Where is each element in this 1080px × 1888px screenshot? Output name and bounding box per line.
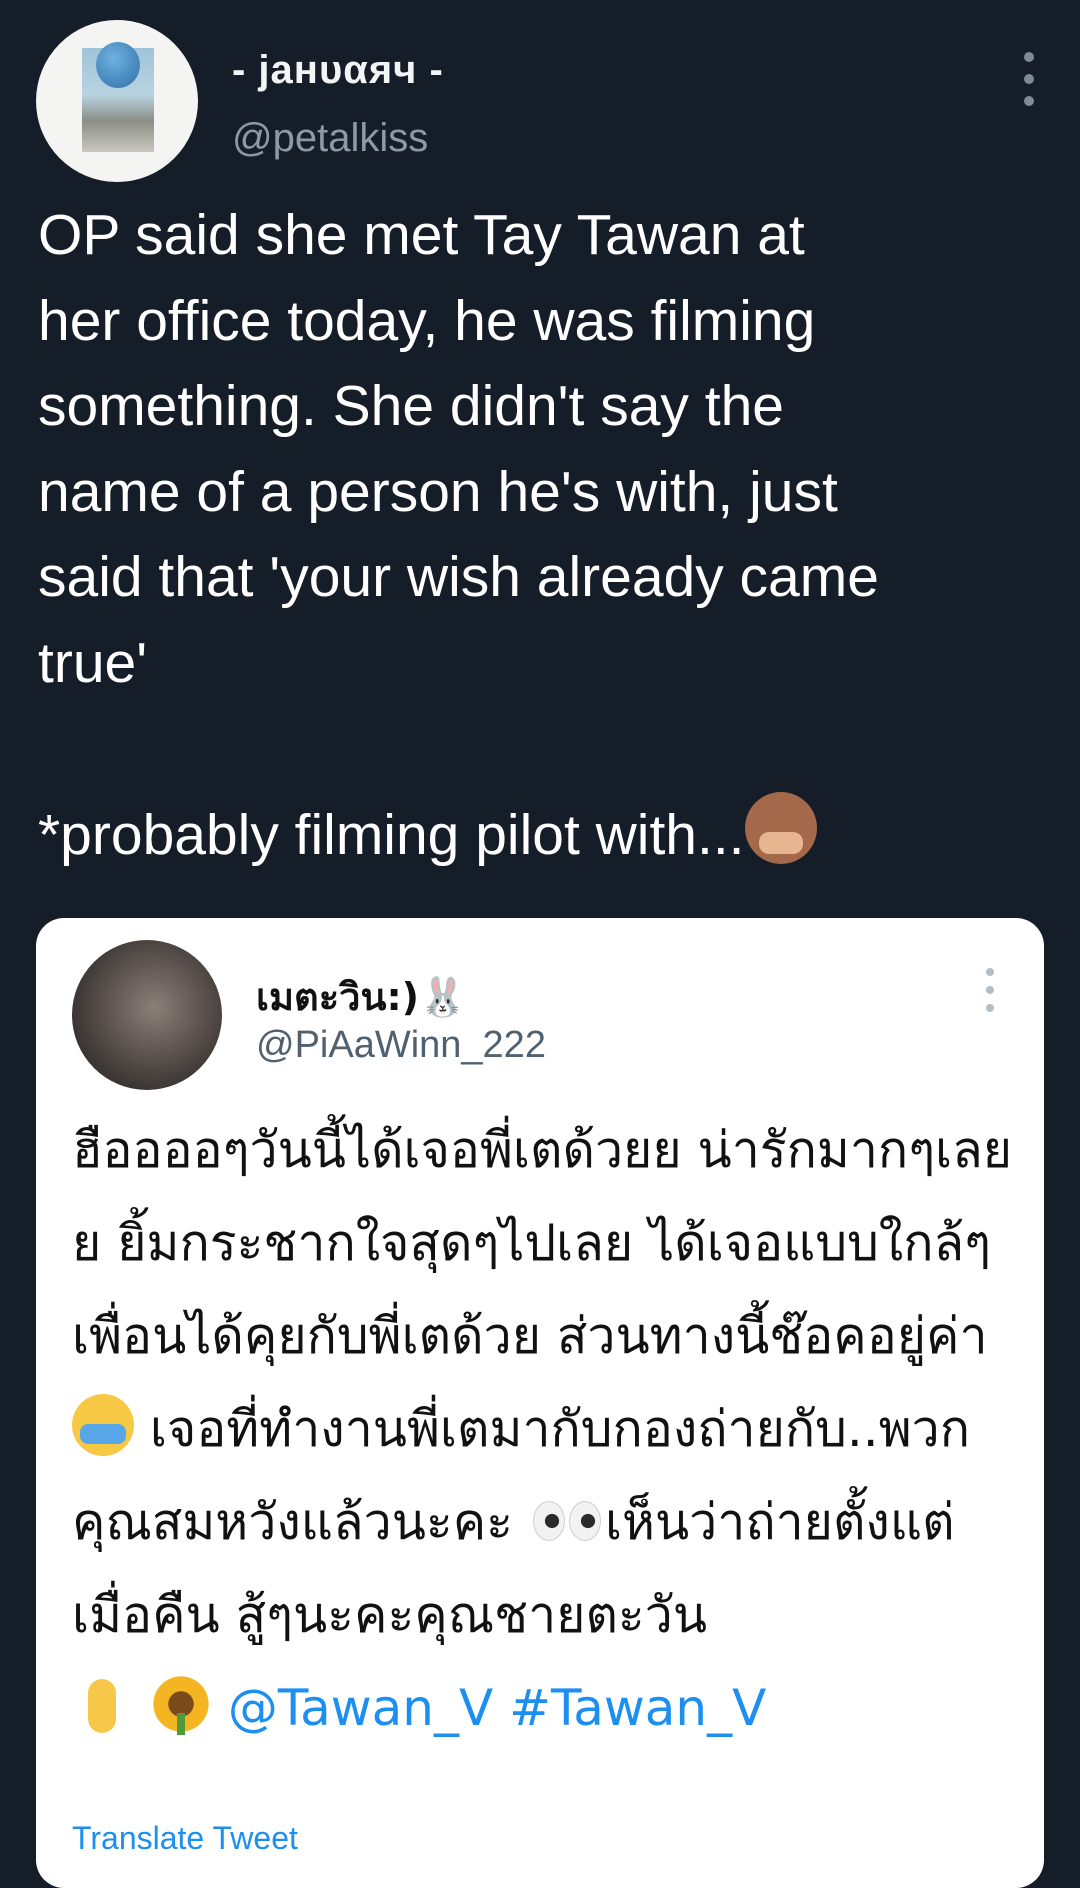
quoted-author-display-name[interactable]: เมตะวิน:)🐰 [256,966,466,1027]
quoted-author-avatar[interactable] [72,940,222,1090]
loudly-crying-face-icon [72,1394,134,1456]
avatar-balloon [96,42,140,88]
more-options-icon[interactable] [1012,52,1046,112]
translate-tweet-link[interactable]: Translate Tweet [72,1820,298,1857]
more-dot [986,968,994,976]
more-dot [986,1004,994,1012]
tweet-header: - jaнυαяч - @petalkiss [36,20,1044,184]
more-dot [1024,52,1034,62]
author-display-name[interactable]: - jaнυαяч - [232,48,444,93]
quoted-tweet-body: ฮืออออๆวันนี้ได้เจอพี่เตด้วยย น่ารักมากๆ… [72,1104,1022,1755]
more-dot [1024,74,1034,84]
speak-no-evil-monkey-icon [744,791,817,864]
eyes-icon [529,1487,605,1549]
author-avatar[interactable] [36,20,198,182]
more-dot [1024,96,1034,106]
tweet-text: OP said she met Tay Tawan at her office … [38,203,879,867]
hashtag-link[interactable]: #Tawan_V [509,1679,766,1737]
victory-hand-icon [72,1673,134,1735]
tweet-body: OP said she met Tay Tawan at her office … [38,193,1048,878]
quoted-author-handle[interactable]: @PiAaWinn_222 [256,1024,546,1067]
mention-link[interactable]: @Tawan_V [228,1679,493,1737]
sunflower-icon [149,1673,212,1735]
quoted-more-options-icon[interactable] [976,968,1006,1014]
author-handle[interactable]: @petalkiss [232,116,428,161]
more-dot [986,986,994,994]
quoted-tweet-card[interactable]: เมตะวิน:)🐰 @PiAaWinn_222 ฮืออออๆวันนี้ได… [36,918,1044,1888]
quoted-text-part1: ฮืออออๆวันนี้ได้เจอพี่เตด้วยย น่ารักมากๆ… [72,1121,1013,1365]
